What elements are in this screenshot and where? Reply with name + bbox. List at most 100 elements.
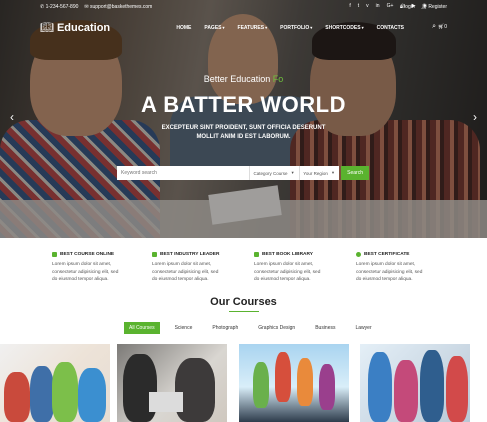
- nav-item-label: FEATURES: [237, 25, 265, 31]
- category-course-select[interactable]: Category Course ▾: [249, 166, 300, 180]
- feature-title: BEST COURSE ONLINE: [60, 252, 115, 257]
- site-logo[interactable]: 📖︎ Education: [40, 21, 110, 35]
- features-section: BEST COURSE ONLINE Lorem ipsum dolor sit…: [52, 252, 452, 292]
- tab-all-courses[interactable]: All Courses: [124, 322, 160, 334]
- course-card-image[interactable]: [0, 344, 110, 422]
- twitter-icon[interactable]: t: [358, 3, 359, 9]
- chevron-down-icon: ▾: [222, 25, 225, 30]
- hero-subtitle-accent: Fo: [272, 74, 284, 84]
- tab-lawyer[interactable]: Lawyer: [351, 322, 377, 334]
- facebook-icon[interactable]: f: [349, 3, 350, 9]
- google-plus-icon[interactable]: G+: [387, 3, 394, 9]
- feature-text-line: consectetur adipisicing elit, sed: [254, 269, 321, 275]
- cart-count: 0: [444, 24, 447, 30]
- nav-item-label: CONTACTS: [376, 25, 404, 31]
- feature-text-line: Lorem ipsum dolor sit amet,: [152, 262, 212, 267]
- linkedin-icon[interactable]: in: [376, 3, 380, 9]
- cart-button[interactable]: 🛒︎0: [438, 24, 447, 30]
- user-icon: 👤︎: [420, 4, 427, 10]
- nav-item-home[interactable]: HOME: [176, 25, 191, 31]
- hero-subtitle-text: Better Education: [203, 74, 271, 84]
- feature-text-line: do eiusmod tempor aliqua.: [254, 277, 311, 282]
- top-bar: ✆ 1-234-567-890 ✉ support@baskethemes.co…: [0, 0, 487, 14]
- card-figure: [30, 366, 54, 422]
- mail-icon: ✉: [84, 4, 89, 10]
- nav-item-contacts[interactable]: CONTACTS: [377, 25, 404, 31]
- feature-text: Lorem ipsum dolor sit amet, consectetur …: [356, 261, 446, 284]
- feature-item: BEST COURSE ONLINE Lorem ipsum dolor sit…: [52, 252, 142, 284]
- feature-text: Lorem ipsum dolor sit amet, consectetur …: [52, 261, 142, 284]
- email-address: support@baskethemes.com: [90, 4, 153, 10]
- phone-icon: ✆: [40, 4, 45, 10]
- phone-contact[interactable]: ✆ 1-234-567-890: [40, 4, 78, 10]
- vimeo-icon[interactable]: v: [366, 3, 369, 9]
- section-title: Our Courses: [210, 296, 277, 308]
- hero-lead-line: MOLLIT ANIM ID EST LABORUM.: [196, 134, 291, 140]
- phone-number: 1-234-567-890: [45, 4, 79, 10]
- laptop-image: [149, 392, 183, 412]
- feature-text-line: Lorem ipsum dolor sit amet,: [52, 262, 112, 267]
- feature-text-line: Lorem ipsum dolor sit amet,: [254, 262, 314, 267]
- feature-title: BEST CERTIFICATE: [364, 252, 410, 257]
- feature-text-line: consectetur adipisicing elit, sed: [356, 269, 423, 275]
- feature-text-line: do eiusmod tempor aliqua.: [356, 277, 413, 282]
- lock-icon: 🔒︎: [399, 4, 403, 10]
- tab-photograph[interactable]: Photograph: [207, 322, 243, 334]
- login-label: login: [404, 4, 415, 10]
- card-figure: [420, 350, 444, 422]
- tab-business[interactable]: Business: [310, 322, 340, 334]
- region-label: Your Region: [303, 170, 328, 176]
- card-figure: [52, 362, 78, 422]
- hero-slider: ✆ 1-234-567-890 ✉ support@baskethemes.co…: [0, 0, 487, 238]
- card-figure: [78, 368, 106, 422]
- card-figure: [446, 356, 468, 422]
- card-figure: [319, 364, 335, 410]
- course-card-image[interactable]: [239, 344, 349, 422]
- tab-science[interactable]: Science: [170, 322, 198, 334]
- chevron-down-icon: ▾: [331, 170, 335, 175]
- nav-item-pages[interactable]: PAGES▾: [204, 25, 224, 31]
- card-figure: [275, 352, 291, 402]
- feature-text-line: consectetur adipisicing elit, sed: [52, 269, 119, 275]
- nav-item-label: HOME: [176, 25, 192, 31]
- region-select[interactable]: Your Region ▾: [299, 166, 340, 180]
- feature-title: BEST INDUSTRY LEADER: [160, 252, 220, 257]
- register-link[interactable]: 👤︎ Register: [421, 4, 447, 10]
- course-card-image[interactable]: [117, 344, 227, 422]
- search-icon[interactable]: ⌕: [432, 23, 436, 31]
- auth-links: 🔒︎ login 👤︎ Register: [400, 4, 447, 10]
- course-card-image[interactable]: [360, 344, 470, 422]
- contact-info: ✆ 1-234-567-890 ✉ support@baskethemes.co…: [40, 4, 152, 10]
- hero-subtitle: Better Education Fo: [0, 74, 487, 84]
- course-filter-tabs: All Courses Science Photograph Graphics …: [124, 322, 377, 334]
- chevron-down-icon: ▾: [291, 170, 294, 175]
- feature-text-line: do eiusmod tempor aliqua.: [52, 277, 109, 282]
- register-label: Register: [428, 4, 447, 10]
- nav-item-shortcodes[interactable]: SHORTCODES▾: [325, 25, 363, 31]
- keyword-search-input[interactable]: [117, 166, 250, 180]
- card-figure: [368, 352, 392, 422]
- nav-item-features[interactable]: FEATURES▾: [238, 25, 268, 31]
- card-figure: [297, 358, 313, 406]
- nav-item-label: PAGES: [204, 25, 222, 31]
- card-figure: [175, 358, 215, 422]
- login-link[interactable]: 🔒︎ login: [400, 4, 415, 10]
- category-course-label: Category Course: [253, 170, 288, 176]
- chevron-down-icon: ▾: [310, 25, 313, 30]
- feature-text-line: consectetur adipisicing elit, sed: [152, 269, 219, 275]
- nav-item-label: PORTFOLIO: [280, 25, 310, 31]
- search-button[interactable]: Search: [341, 166, 369, 180]
- email-contact[interactable]: ✉ support@baskethemes.com: [84, 4, 152, 10]
- nav-item-portfolio[interactable]: PORTFOLIO▾: [280, 25, 312, 31]
- feature-text-line: Lorem ipsum dolor sit amet,: [356, 262, 416, 267]
- card-figure: [394, 360, 418, 422]
- hero-lead-line: EXCEPTEUR SINT PROIDENT, SUNT OFFICIA DE…: [161, 125, 326, 131]
- tab-graphics-design[interactable]: Graphics Design: [253, 322, 300, 334]
- card-figure: [253, 362, 269, 408]
- leader-icon: [152, 252, 157, 257]
- hero-lead: EXCEPTEUR SINT PROIDENT, SUNT OFFICIA DE…: [0, 124, 487, 142]
- certificate-icon: [356, 252, 361, 257]
- feature-title: BEST BOOK LIBRARY: [262, 252, 313, 257]
- feature-heading: BEST INDUSTRY LEADER: [152, 252, 242, 257]
- feature-heading: BEST CERTIFICATE: [356, 252, 446, 257]
